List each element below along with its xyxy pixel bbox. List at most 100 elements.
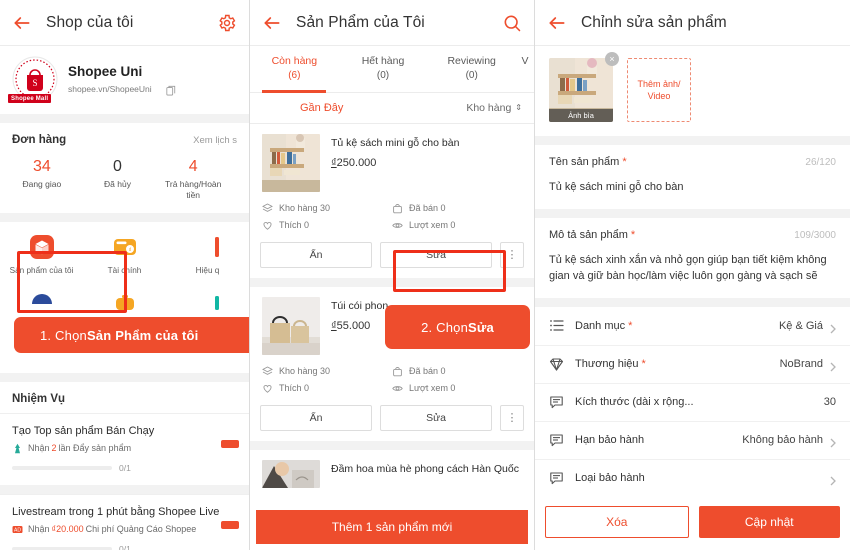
hide-button[interactable]: Ẩn: [260, 404, 372, 431]
add-media-button[interactable]: Thêm ảnh/ Video: [627, 58, 691, 122]
reward-prefix: Nhận: [28, 443, 50, 454]
option-category[interactable]: Danh mục * Kệ & Giá: [535, 307, 850, 345]
search-icon[interactable]: [502, 13, 522, 33]
product-info: Túi cói phon ₫55.000: [331, 297, 388, 355]
hide-button[interactable]: Ẩn: [260, 241, 372, 268]
update-button[interactable]: Cập nhật: [698, 506, 840, 538]
option-warranty-type[interactable]: Loại bảo hành: [535, 458, 850, 497]
option-label-text: Hạn bảo hành: [575, 434, 645, 446]
sort-stock-label: Kho hàng: [466, 101, 512, 114]
progress-text: 0/1: [119, 462, 131, 473]
option-warranty-period[interactable]: Hạn bảo hành Không bảo hành: [535, 420, 850, 459]
metric-sold: Đã bán 0: [392, 200, 522, 217]
callout-step-1: 1. Chọn Sản Phẩm của tôi: [14, 317, 249, 353]
product-description-field[interactable]: Mô tả sản phẩm * 109/3000 Tủ kệ sách xinh…: [535, 217, 850, 298]
remove-circle-icon[interactable]: ×: [605, 52, 619, 66]
heart-icon: [262, 220, 273, 231]
note-icon: [549, 471, 564, 486]
sort-stock[interactable]: Kho hàng ⇕: [466, 102, 522, 114]
sort-recent[interactable]: Gần Đây: [300, 102, 343, 114]
gear-icon[interactable]: [217, 13, 237, 33]
more-button[interactable]: ⋮: [500, 241, 524, 268]
attribute-list: Danh mục * Kệ & Giá Thương hiệu * NoBrand: [535, 306, 850, 497]
left-appbar: Shop của tôi: [0, 0, 249, 46]
list-icon: [549, 318, 564, 333]
product-name-input[interactable]: Tủ kệ sách mini gỗ cho bàn: [549, 179, 836, 196]
required-marker: *: [630, 228, 636, 241]
back-arrow-icon[interactable]: [262, 13, 282, 33]
product-thumbnail: [262, 133, 320, 192]
field-label: Tên sản phẩm *: [549, 156, 627, 168]
list-item: Tủ kệ sách mini gỗ cho bàn ₫250.000 Kho …: [250, 123, 534, 287]
note-icon: [549, 433, 564, 448]
required-marker: *: [622, 156, 627, 168]
back-arrow-icon[interactable]: [12, 13, 32, 33]
stat-value: 4: [188, 158, 198, 175]
stat-shipping[interactable]: 34 Đang giao: [4, 158, 80, 201]
list-item[interactable]: Livestream trong 1 phút bằng Shopee Live…: [0, 493, 249, 550]
task-progress: 0/1: [12, 544, 237, 550]
cover-image[interactable]: Ảnh bìa ×: [549, 52, 619, 122]
metric-views: Lượt xem 0: [392, 217, 522, 234]
sidebar-item-finance[interactable]: ₫ Tài chính: [83, 230, 166, 280]
page-title: Shop của tôi: [46, 13, 134, 31]
cover-label: Ảnh bìa: [549, 109, 613, 122]
task-action-button[interactable]: [221, 439, 239, 448]
more-button[interactable]: ⋮: [500, 404, 524, 431]
sidebar-item-my-products[interactable]: Sản phẩm của tôi: [0, 230, 83, 280]
tab-out-of-stock[interactable]: Hết hàng (0): [339, 46, 428, 92]
shop-url-row: shopee.vn/ShopeeUni: [68, 83, 176, 96]
delete-button[interactable]: Xóa: [545, 506, 689, 538]
boost-icon: [12, 443, 23, 454]
layers-icon: [262, 203, 273, 214]
task-reward: Nhận 2 lần Đẩy sản phẩm: [12, 443, 237, 454]
edit-button[interactable]: Sửa: [380, 241, 492, 268]
tab-in-stock[interactable]: Còn hàng (6): [250, 46, 339, 93]
edit-button[interactable]: Sửa: [380, 404, 492, 431]
svg-text:AD: AD: [14, 527, 21, 533]
stat-cancelled[interactable]: 0 Đã hủy: [80, 158, 156, 201]
product-metrics: Kho hàng 30 Đã bán 0 Thích 0 Lượt xem 0: [250, 361, 534, 405]
product-summary[interactable]: Đầm hoa mùa hè phong cách Hàn Quốc: [250, 450, 534, 488]
metric-likes: Thích 0: [262, 217, 392, 234]
list-item[interactable]: Tạo Top sản phẩm Bán Chạy Nhận 2 lần Đẩy…: [0, 412, 249, 485]
section-divider-4: [0, 484, 249, 494]
teal-icon: [195, 288, 221, 314]
sidebar-item-performance[interactable]: Hiệu q: [166, 230, 249, 280]
product-description-input[interactable]: Tủ kệ sách xinh xắn và nhỏ gọn giúp bạn …: [549, 252, 836, 285]
list-item: Đầm hoa mùa hè phong cách Hàn Quốc: [250, 449, 534, 488]
tab-reviewing[interactable]: Reviewing (0): [427, 46, 516, 92]
tab-clipped[interactable]: V: [516, 46, 534, 92]
shop-url: shopee.vn/ShopeeUni: [68, 83, 152, 94]
shopee-mall-badge: Shopee Mall: [8, 94, 52, 103]
back-arrow-icon[interactable]: [547, 13, 567, 33]
metric-views: Lượt xem 0: [392, 380, 522, 397]
product-summary[interactable]: Tủ kệ sách mini gỗ cho bàn ₫250.000: [250, 124, 534, 198]
eye-icon: [392, 383, 403, 394]
shop-summary[interactable]: S Shopee Mall Shopee Uni shopee.vn/Shope…: [0, 46, 249, 114]
task-action-button[interactable]: [221, 520, 239, 529]
section-divider-3: [535, 297, 850, 307]
option-brand[interactable]: Thương hiệu * NoBrand: [535, 344, 850, 383]
product-name: Đầm hoa mùa hè phong cách Hàn Quốc: [331, 462, 519, 475]
option-label: Danh mục *: [575, 320, 632, 332]
field-label-text: Tên sản phẩm: [549, 156, 620, 168]
stat-returns[interactable]: 4 Trả hàng/Hoàn tiền: [155, 158, 231, 201]
product-name-field[interactable]: Tên sản phẩm * 26/120 Tủ kệ sách mini gỗ …: [535, 145, 850, 209]
cover-image-preview: Ảnh bìa: [549, 58, 613, 122]
add-product-button[interactable]: Thêm 1 sản phẩm mới: [256, 510, 528, 544]
edit-footer-actions: Xóa Cập nhật: [535, 506, 850, 538]
order-history-link[interactable]: Xem lịch s: [193, 135, 237, 146]
section-divider: [0, 114, 249, 123]
quick-links-row-1: Sản phẩm của tôi ₫ Tài chính Hiệu q: [0, 221, 249, 284]
quick-link-label: Hiệu q: [195, 265, 220, 275]
order-stats: 34 Đang giao 0 Đã hủy 4 Trả hàng/Hoàn ti…: [0, 148, 249, 213]
task-title: Tạo Top sản phẩm Bán Chạy: [12, 424, 155, 437]
box-icon: [29, 234, 55, 260]
callout-step-2: 2. Chọn Sửa: [385, 305, 530, 349]
product-price: ₫55.000: [331, 320, 388, 332]
chat-icon: [29, 288, 55, 314]
option-size[interactable]: Kích thước (dài x rộng... 30: [535, 382, 850, 421]
stat-label: Đang giao: [22, 179, 62, 190]
copy-icon[interactable]: [166, 83, 176, 96]
